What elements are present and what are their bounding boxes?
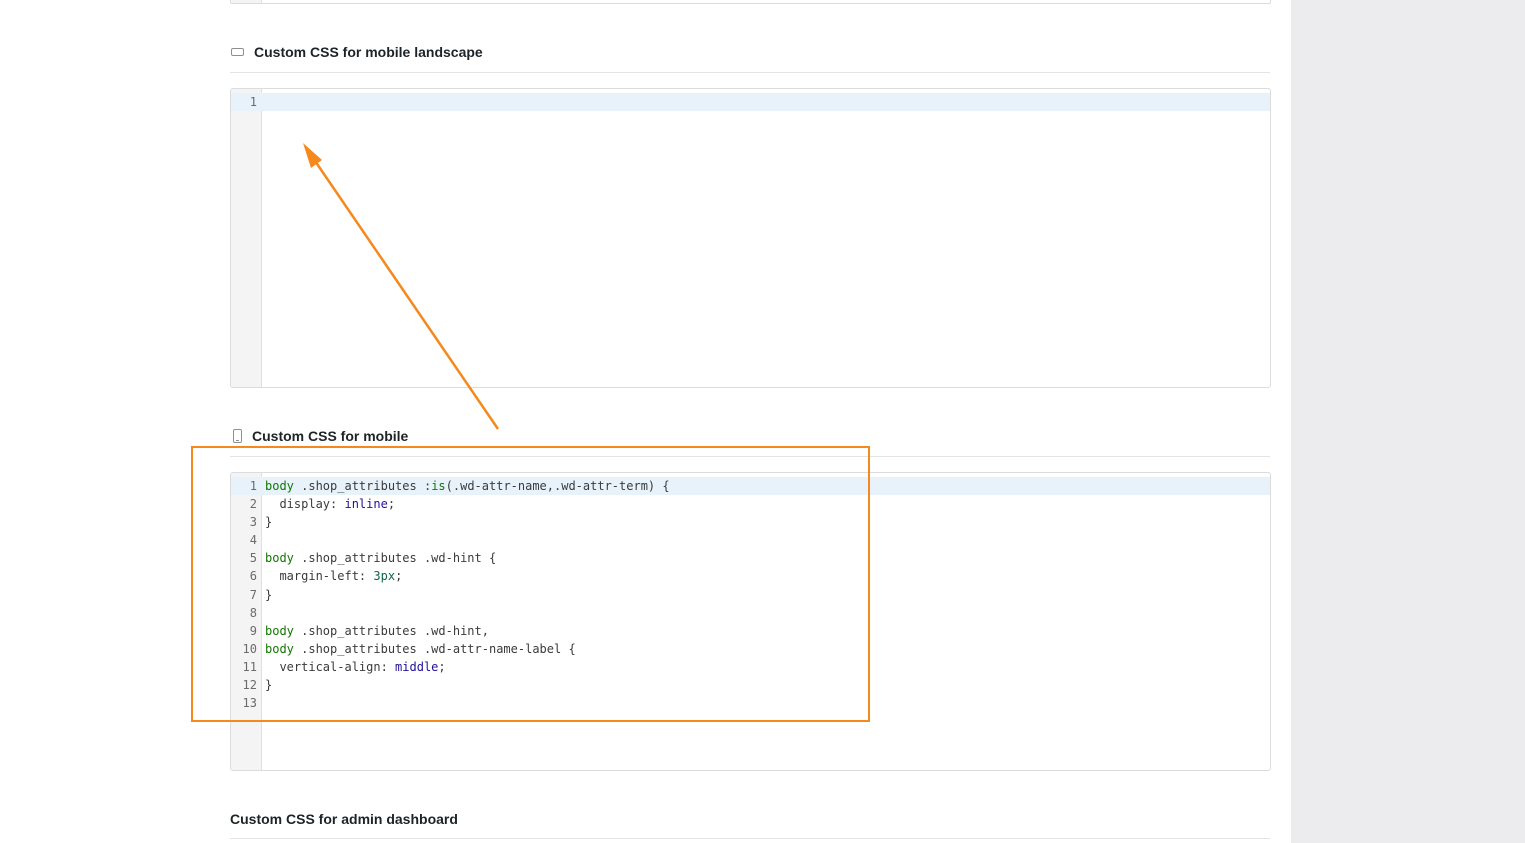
code-editor-mobile-landscape[interactable]: 1 [230,88,1271,388]
editor-gutter [231,0,262,3]
section-divider [230,838,1270,839]
mobile-landscape-icon [231,48,244,56]
editor-lines[interactable]: 1 [231,93,1270,112]
section-title-label: Custom CSS for mobile [252,428,409,444]
section-title-mobile-landscape: Custom CSS for mobile landscape [230,42,483,62]
editor-gutter [231,89,262,387]
right-side-panel [1291,0,1525,843]
section-divider [230,72,1270,73]
annotation-highlight-box [191,446,870,722]
section-title-admin-dashboard: Custom CSS for admin dashboard [230,809,458,829]
section-title-label: Custom CSS for mobile landscape [254,44,483,60]
mobile-portrait-icon [233,429,242,443]
code-line[interactable]: 1 [231,93,1270,112]
line-number: 1 [249,95,257,109]
section-title-mobile: Custom CSS for mobile [230,426,408,446]
section-title-label: Custom CSS for admin dashboard [230,811,458,827]
previous-code-editor-bottom[interactable] [230,0,1271,4]
